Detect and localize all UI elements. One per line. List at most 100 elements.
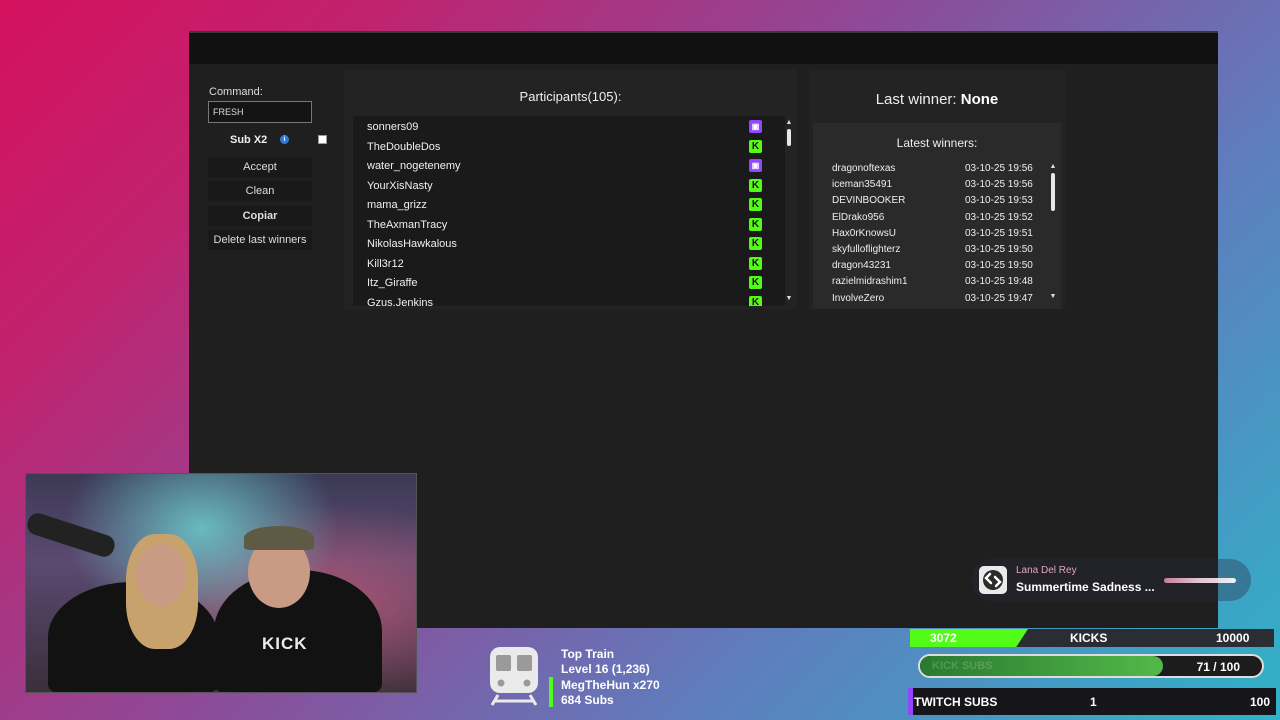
- info-icon[interactable]: i: [280, 135, 289, 144]
- participant-row[interactable]: YourXisNasty K: [353, 177, 773, 196]
- subx2-label: Sub X2: [230, 134, 268, 146]
- winner-row[interactable]: Hax0rKnowsU 03-10-25 19:51: [813, 226, 1049, 242]
- last-winner-label: Last winner:: [875, 91, 957, 108]
- winner-row[interactable]: InvolveZero 03-10-25 19:47: [813, 291, 1049, 301]
- participant-name: Gzus.Jenkins: [367, 296, 434, 307]
- participant-row[interactable]: TheAxmanTracy K: [353, 216, 773, 235]
- scroll-thumb[interactable]: [1051, 173, 1055, 211]
- train-progress-bar: [549, 677, 553, 707]
- command-panel: Command: Sub X2 i Accept Clean Copiar pa…: [197, 71, 327, 311]
- person-left-face: [136, 544, 186, 606]
- kicks-current-total: 3072: [930, 631, 957, 645]
- kick-logo-icon: K: [749, 139, 762, 153]
- winner-date: 03-10-25 19:50: [965, 244, 1033, 255]
- now-playing-title: Summertime Sadness ...: [1016, 580, 1155, 594]
- kicks-goal-header: 3072 KICKS 10000: [910, 629, 1274, 647]
- participant-name: Itz_Giraffe: [367, 277, 418, 289]
- top-train-title: Top Train: [561, 647, 615, 661]
- participant-name: Kill3r12: [367, 257, 404, 270]
- participant-name: mama_grizz: [367, 199, 427, 211]
- participant-name: sonners09: [367, 121, 419, 133]
- kick-logo-icon: K: [749, 256, 762, 270]
- participant-name: water_nogetenemy: [367, 160, 461, 172]
- scroll-down-arrow-icon[interactable]: ▼: [785, 295, 793, 302]
- person-right-cap: [244, 526, 314, 550]
- participant-row[interactable]: NikolasHawkalous K: [353, 235, 773, 254]
- twitch-subs-label: TWITCH SUBS: [914, 695, 998, 709]
- clean-button[interactable]: Clean: [208, 181, 312, 201]
- winner-date: 03-10-25 19:56: [965, 163, 1033, 174]
- last-winner-value: None: [960, 91, 999, 108]
- train-icon: [490, 647, 538, 706]
- kick-subs-label: KICK SUBS: [932, 660, 993, 672]
- winner-date: 03-10-25 19:47: [965, 292, 1033, 301]
- command-input[interactable]: [208, 101, 312, 123]
- winner-name: InvolveZero: [832, 292, 885, 301]
- participant-row[interactable]: water_nogetenemy ▣: [353, 157, 773, 176]
- winner-date: 03-10-25 19:48: [965, 276, 1033, 288]
- winner-name: dragonoftexas: [832, 163, 896, 174]
- participant-row[interactable]: TheDoubleDos K: [353, 138, 773, 157]
- accept-button[interactable]: Accept: [208, 157, 312, 177]
- latest-winners-list[interactable]: dragonoftexas 03-10-25 19:56 iceman35491 03…: [813, 161, 1049, 301]
- participant-row[interactable]: Itz_Giraffe K: [353, 274, 773, 293]
- winner-name: iceman35491: [832, 179, 893, 191]
- participants-panel: Participants(105): sonners09 ▣ TheDoubleDo…: [344, 69, 797, 309]
- winners-panel: Last winner: None Latest winners: dragon…: [809, 69, 1065, 309]
- winner-row[interactable]: iceman35491 03-10-25 19:56: [813, 177, 1049, 193]
- winner-date: 03-10-25 19:53: [965, 195, 1033, 207]
- kick-logo-icon: K: [749, 276, 762, 289]
- now-playing-widget: Lana Del Rey Summertime Sadness ...: [971, 559, 1251, 601]
- top-train-level: Level 16 (1,236): [561, 662, 650, 676]
- kick-logo-icon: K: [749, 295, 762, 306]
- participant-name: NikolasHawkalous: [367, 238, 457, 250]
- shazam-icon: [979, 566, 1007, 594]
- kick-logo-icon: K: [749, 198, 762, 211]
- latest-winners-box: Latest winners: dragonoftexas 03-10-25 19…: [813, 123, 1061, 309]
- subx2-checkbox[interactable]: [318, 135, 327, 144]
- participant-name: TheDoubleDos: [367, 140, 441, 153]
- winner-row[interactable]: dragon43231 03-10-25 19:50: [813, 258, 1049, 274]
- twitch-logo-icon: ▣: [749, 120, 762, 133]
- winner-date: 03-10-25 19:50: [965, 260, 1033, 272]
- winner-date: 03-10-25 19:51: [965, 227, 1033, 239]
- kick-subs-progress-bar: KICK SUBS 71 / 100: [918, 654, 1264, 678]
- winner-row[interactable]: skyfulloflighterz 03-10-25 19:50: [813, 242, 1049, 258]
- winner-name: dragon43231: [832, 260, 891, 272]
- kicks-label: KICKS: [1070, 631, 1108, 645]
- kick-logo-icon: K: [749, 237, 762, 250]
- winner-name: skyfulloflighterz: [832, 244, 901, 255]
- twitch-subs-target: 100: [1250, 695, 1271, 709]
- participants-list[interactable]: sonners09 ▣ TheDoubleDos Kwater_nogetenemy ▣…: [353, 116, 785, 306]
- copy-participants-button[interactable]: Copiar participantes: [208, 206, 312, 242]
- winner-row[interactable]: razielmidrashim1 03-10-25 19:48: [813, 274, 1049, 290]
- webcam-feed: KICK: [25, 473, 417, 693]
- participant-row[interactable]: mama_grizz K: [353, 196, 773, 215]
- winner-date: 03-10-25 19:56: [965, 179, 1033, 191]
- now-playing-artist: Lana Del Rey: [1016, 565, 1077, 576]
- shirt-text: KICK: [262, 634, 308, 653]
- scroll-up-arrow-icon[interactable]: ▲: [785, 119, 793, 126]
- kicks-current-bg: [910, 629, 1028, 647]
- command-label: Command:: [209, 86, 263, 98]
- participant-row[interactable]: sonners09 ▣: [353, 118, 773, 137]
- participant-name: TheAxmanTracy: [367, 218, 448, 231]
- participants-scrollbar[interactable]: ▲ ▼: [785, 119, 793, 305]
- participant-row[interactable]: Gzus.Jenkins K: [353, 294, 773, 307]
- winner-row[interactable]: dragonoftexas 03-10-25 19:56: [813, 161, 1049, 177]
- scroll-down-arrow-icon[interactable]: ▼: [1049, 293, 1057, 300]
- winner-date: 03-10-25 19:52: [965, 211, 1033, 223]
- twitch-subs-goal: TWITCH SUBS 1 100: [908, 688, 1276, 715]
- twitch-subs-current: 1: [1090, 695, 1097, 709]
- scroll-thumb[interactable]: [787, 129, 791, 146]
- winners-scrollbar[interactable]: ▲ ▼: [1049, 163, 1057, 303]
- last-winner: Last winner: None: [809, 91, 1065, 108]
- top-train-subs: 684 Subs: [561, 693, 614, 707]
- winner-row[interactable]: ElDrako956 03-10-25 19:52: [813, 210, 1049, 226]
- delete-last-winners-button[interactable]: Delete last winners: [208, 230, 312, 250]
- winner-name: ElDrako956: [832, 211, 885, 223]
- winner-name: razielmidrashim1: [832, 276, 908, 288]
- scroll-up-arrow-icon[interactable]: ▲: [1049, 163, 1057, 170]
- participant-row[interactable]: Kill3r12 K: [353, 255, 773, 274]
- winner-row[interactable]: DEVINBOOKER 03-10-25 19:53: [813, 193, 1049, 209]
